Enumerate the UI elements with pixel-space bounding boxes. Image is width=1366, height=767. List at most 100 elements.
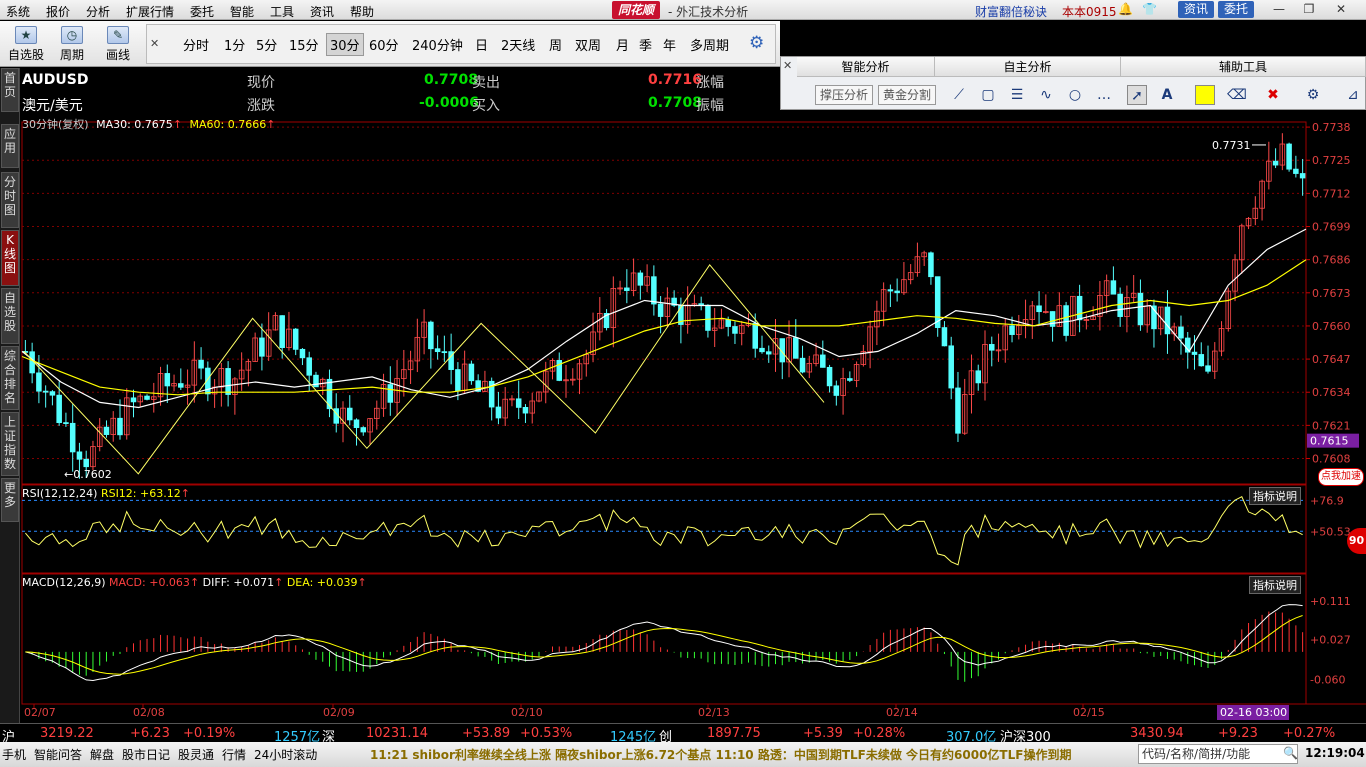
menu-help[interactable]: 帮助 [350,3,374,20]
hs300-value[interactable]: 3430.94 [1130,726,1184,741]
support-resistance-button[interactable]: 撑压分析 [815,85,874,105]
nav-smart-qa[interactable]: 智能问答 [34,746,82,763]
ruler-tool-icon[interactable]: ⊿ [1343,85,1363,105]
golden-section-button[interactable]: 黄金分割 [878,85,937,105]
erase-tool-icon[interactable]: ⌫ [1227,85,1247,105]
menu-quote[interactable]: 报价 [46,3,70,20]
collapse-icon[interactable]: ✕ [150,37,159,50]
draw-line-button[interactable]: ✎ 画线 [98,23,138,65]
rsi-help-button[interactable]: 指标说明 [1249,487,1301,505]
nav-24h-scroll[interactable]: 24小时滚动 [254,746,317,763]
tab-ranking[interactable]: 综合排名 [1,346,19,410]
wave-tool-icon[interactable]: ∿ [1036,85,1056,105]
self-select-button[interactable]: ★ 自选股 [6,23,46,65]
tab-apps[interactable]: 应用 [1,124,19,168]
close-icon[interactable]: ✕ [1330,2,1352,18]
sz-value[interactable]: 10231.14 [366,726,428,741]
candle-body [360,427,367,433]
period-button[interactable]: ◷ 周期 [52,23,92,65]
panel-close-icon[interactable]: ✕ [783,59,792,72]
font-tool-icon[interactable]: A [1157,85,1177,105]
candle-body [975,370,982,384]
price-tick-label: 0.7712 [1312,187,1351,200]
news-button[interactable]: 资讯 [1178,1,1215,18]
menu-news[interactable]: 资讯 [310,3,334,20]
restore-icon[interactable]: ❐ [1298,2,1320,18]
nav-stock-link[interactable]: 股灵通 [178,746,214,763]
last-price-label: 0.7615 [1310,435,1349,448]
tab-more[interactable]: 更多 [1,478,19,522]
more-tools-icon[interactable]: … [1094,85,1114,105]
tool-settings-icon[interactable]: ⚙ [1303,85,1323,105]
rsi-value: RSI12: +63.12 [100,487,181,500]
trade-button[interactable]: 委托 [1218,1,1255,18]
period-week[interactable]: 周 [549,35,562,54]
period-240min[interactable]: 240分钟 [412,35,463,54]
macd-help-button[interactable]: 指标说明 [1249,576,1301,594]
period-day[interactable]: 日 [475,35,488,54]
period-intraday[interactable]: 分时 [183,35,209,54]
circle-tool-icon[interactable]: ○ [1065,85,1085,105]
search-input[interactable]: 代码/名称/简拼/功能 [1138,744,1298,764]
candle-body [765,351,772,355]
news-ticker[interactable]: 11:21 shibor利率继续全线上涨 隔夜shibor上涨6.72个基点 1… [370,746,1071,763]
settings-gear-icon[interactable]: ⚙ [749,33,764,53]
bell-icon[interactable]: 🔔 [1118,2,1133,16]
period-biweek[interactable]: 双周 [575,35,601,54]
aux-tools-header[interactable]: 辅助工具 [1121,57,1366,77]
period-multi[interactable]: 多周期 [690,35,729,54]
menu-analysis[interactable]: 分析 [86,3,110,20]
text-box-tool-icon[interactable]: ☰ [1007,85,1027,105]
candle-body [1286,143,1292,170]
tab-kline[interactable]: K线图 [1,230,19,286]
menu-smart[interactable]: 智能 [230,3,254,20]
period-2day[interactable]: 2天线 [501,35,535,54]
x-tick-label: 02/13 [698,706,730,719]
nav-diary[interactable]: 股市日记 [122,746,170,763]
main-toolbar: ★ 自选股 ◷ 周期 ✎ 画线 ✕ 分时 1分 5分 15分 30分 60分 2… [0,21,780,67]
menu-ext-market[interactable]: 扩展行情 [126,3,174,20]
nav-market-analysis[interactable]: 解盘 [90,746,114,763]
nav-mobile[interactable]: 手机 [2,746,26,763]
minimize-icon[interactable]: — [1268,2,1290,18]
period-5min[interactable]: 5分 [256,35,277,54]
price-tick-label: 0.7673 [1312,287,1351,300]
menu-trade[interactable]: 委托 [190,3,214,20]
ma30-legend: MA30: 0.7675 [96,118,173,131]
promo-link[interactable]: 财富翻倍秘诀 [975,3,1047,20]
period-15min[interactable]: 15分 [289,35,319,54]
tab-home[interactable]: 首页 [1,68,19,112]
speed-up-badge[interactable]: 点我加速 [1318,468,1364,486]
cy-value[interactable]: 1897.75 [707,726,761,741]
period-60min[interactable]: 60分 [369,35,399,54]
color-swatch-icon[interactable] [1195,85,1215,105]
tab-sh-index[interactable]: 上证指数 [1,412,19,476]
search-icon[interactable]: 🔍 [1283,746,1298,760]
candle-body [36,372,42,392]
speed-up-number[interactable]: 90 [1347,528,1366,554]
candle-body [428,321,434,350]
sh-value[interactable]: 3219.22 [40,726,94,741]
menu-system[interactable]: 系统 [6,3,30,20]
period-year[interactable]: 年 [663,35,676,54]
menu-tools[interactable]: 工具 [270,3,294,20]
cursor-tool-icon[interactable]: ➚ [1127,85,1147,105]
sz-change: +53.89 [462,726,511,741]
delete-tool-icon[interactable]: ✖ [1263,85,1283,105]
smart-analysis-header[interactable]: 智能分析 [797,57,935,77]
candle-body [955,387,961,434]
candle-body [279,315,285,349]
rect-tool-icon[interactable]: ▢ [978,85,998,105]
period-30min[interactable]: 30分 [326,33,364,56]
cursor-time-label: 02-16 03:00 [1220,706,1287,719]
tab-watchlist[interactable]: 自选股 [1,288,19,344]
user-name[interactable]: 本本0915 [1062,3,1117,20]
shirt-icon[interactable]: 👕 [1142,2,1157,16]
period-month[interactable]: 月 [616,35,629,54]
nav-quotes[interactable]: 行情 [222,746,246,763]
tab-intraday[interactable]: 分时图 [1,172,19,228]
self-analysis-header[interactable]: 自主分析 [935,57,1121,77]
line-tool-icon[interactable]: ⟋ [949,85,969,105]
period-quarter[interactable]: 季 [639,35,652,54]
period-1min[interactable]: 1分 [224,35,245,54]
